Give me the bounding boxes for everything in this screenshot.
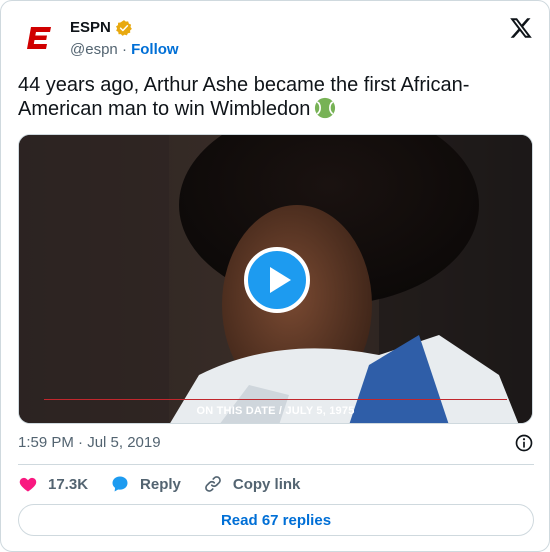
copy-link-label: Copy link bbox=[232, 475, 301, 493]
verified-badge-icon bbox=[115, 20, 132, 36]
author-info: ESPN @espn · Follow bbox=[70, 18, 179, 60]
heart-icon bbox=[19, 477, 37, 492]
reply-bubble-icon bbox=[112, 476, 128, 492]
author-name[interactable]: ESPN bbox=[70, 18, 111, 38]
play-button[interactable] bbox=[244, 247, 310, 313]
tweet-body: 44 years ago, Arthur Ashe became the fir… bbox=[18, 74, 470, 120]
divider bbox=[18, 464, 534, 465]
link-icon bbox=[205, 476, 221, 492]
caption-rule bbox=[44, 399, 507, 400]
timestamp-link[interactable]: 1:59 PM · Jul 5, 2019 bbox=[18, 434, 161, 451]
espn-avatar[interactable] bbox=[20, 18, 60, 58]
video-caption: ON THIS DATE / JULY 5, 1975 bbox=[196, 405, 355, 417]
tweet-card: ESPN @espn · Follow 44 years ago, Arthur… bbox=[0, 0, 550, 552]
read-replies-button[interactable]: Read 67 replies bbox=[18, 504, 534, 536]
espn-logo-icon bbox=[27, 27, 51, 49]
tennis-ball-icon bbox=[315, 97, 336, 119]
tweet-text: 44 years ago, Arthur Ashe became the fir… bbox=[18, 73, 518, 121]
reply-button[interactable]: Reply bbox=[110, 474, 181, 494]
play-icon bbox=[270, 267, 291, 293]
video-player[interactable]: ON THIS DATE / JULY 5, 1975 bbox=[18, 134, 533, 424]
reply-label: Reply bbox=[140, 475, 181, 493]
tweet-actions: 17.3K Reply Copy link bbox=[18, 473, 534, 495]
like-count: 17.3K bbox=[48, 475, 89, 493]
tweet-meta: 1:59 PM · Jul 5, 2019 bbox=[18, 433, 534, 453]
separator-dot: · bbox=[121, 41, 127, 58]
tweet-header: ESPN @espn · Follow bbox=[18, 16, 534, 60]
like-button[interactable]: 17.3K bbox=[18, 474, 88, 494]
follow-button[interactable]: Follow bbox=[131, 41, 179, 58]
copy-link-button[interactable]: Copy link bbox=[203, 474, 301, 494]
author-handle[interactable]: @espn bbox=[70, 41, 118, 58]
x-logo-icon[interactable] bbox=[508, 16, 534, 40]
info-icon[interactable] bbox=[514, 433, 534, 453]
